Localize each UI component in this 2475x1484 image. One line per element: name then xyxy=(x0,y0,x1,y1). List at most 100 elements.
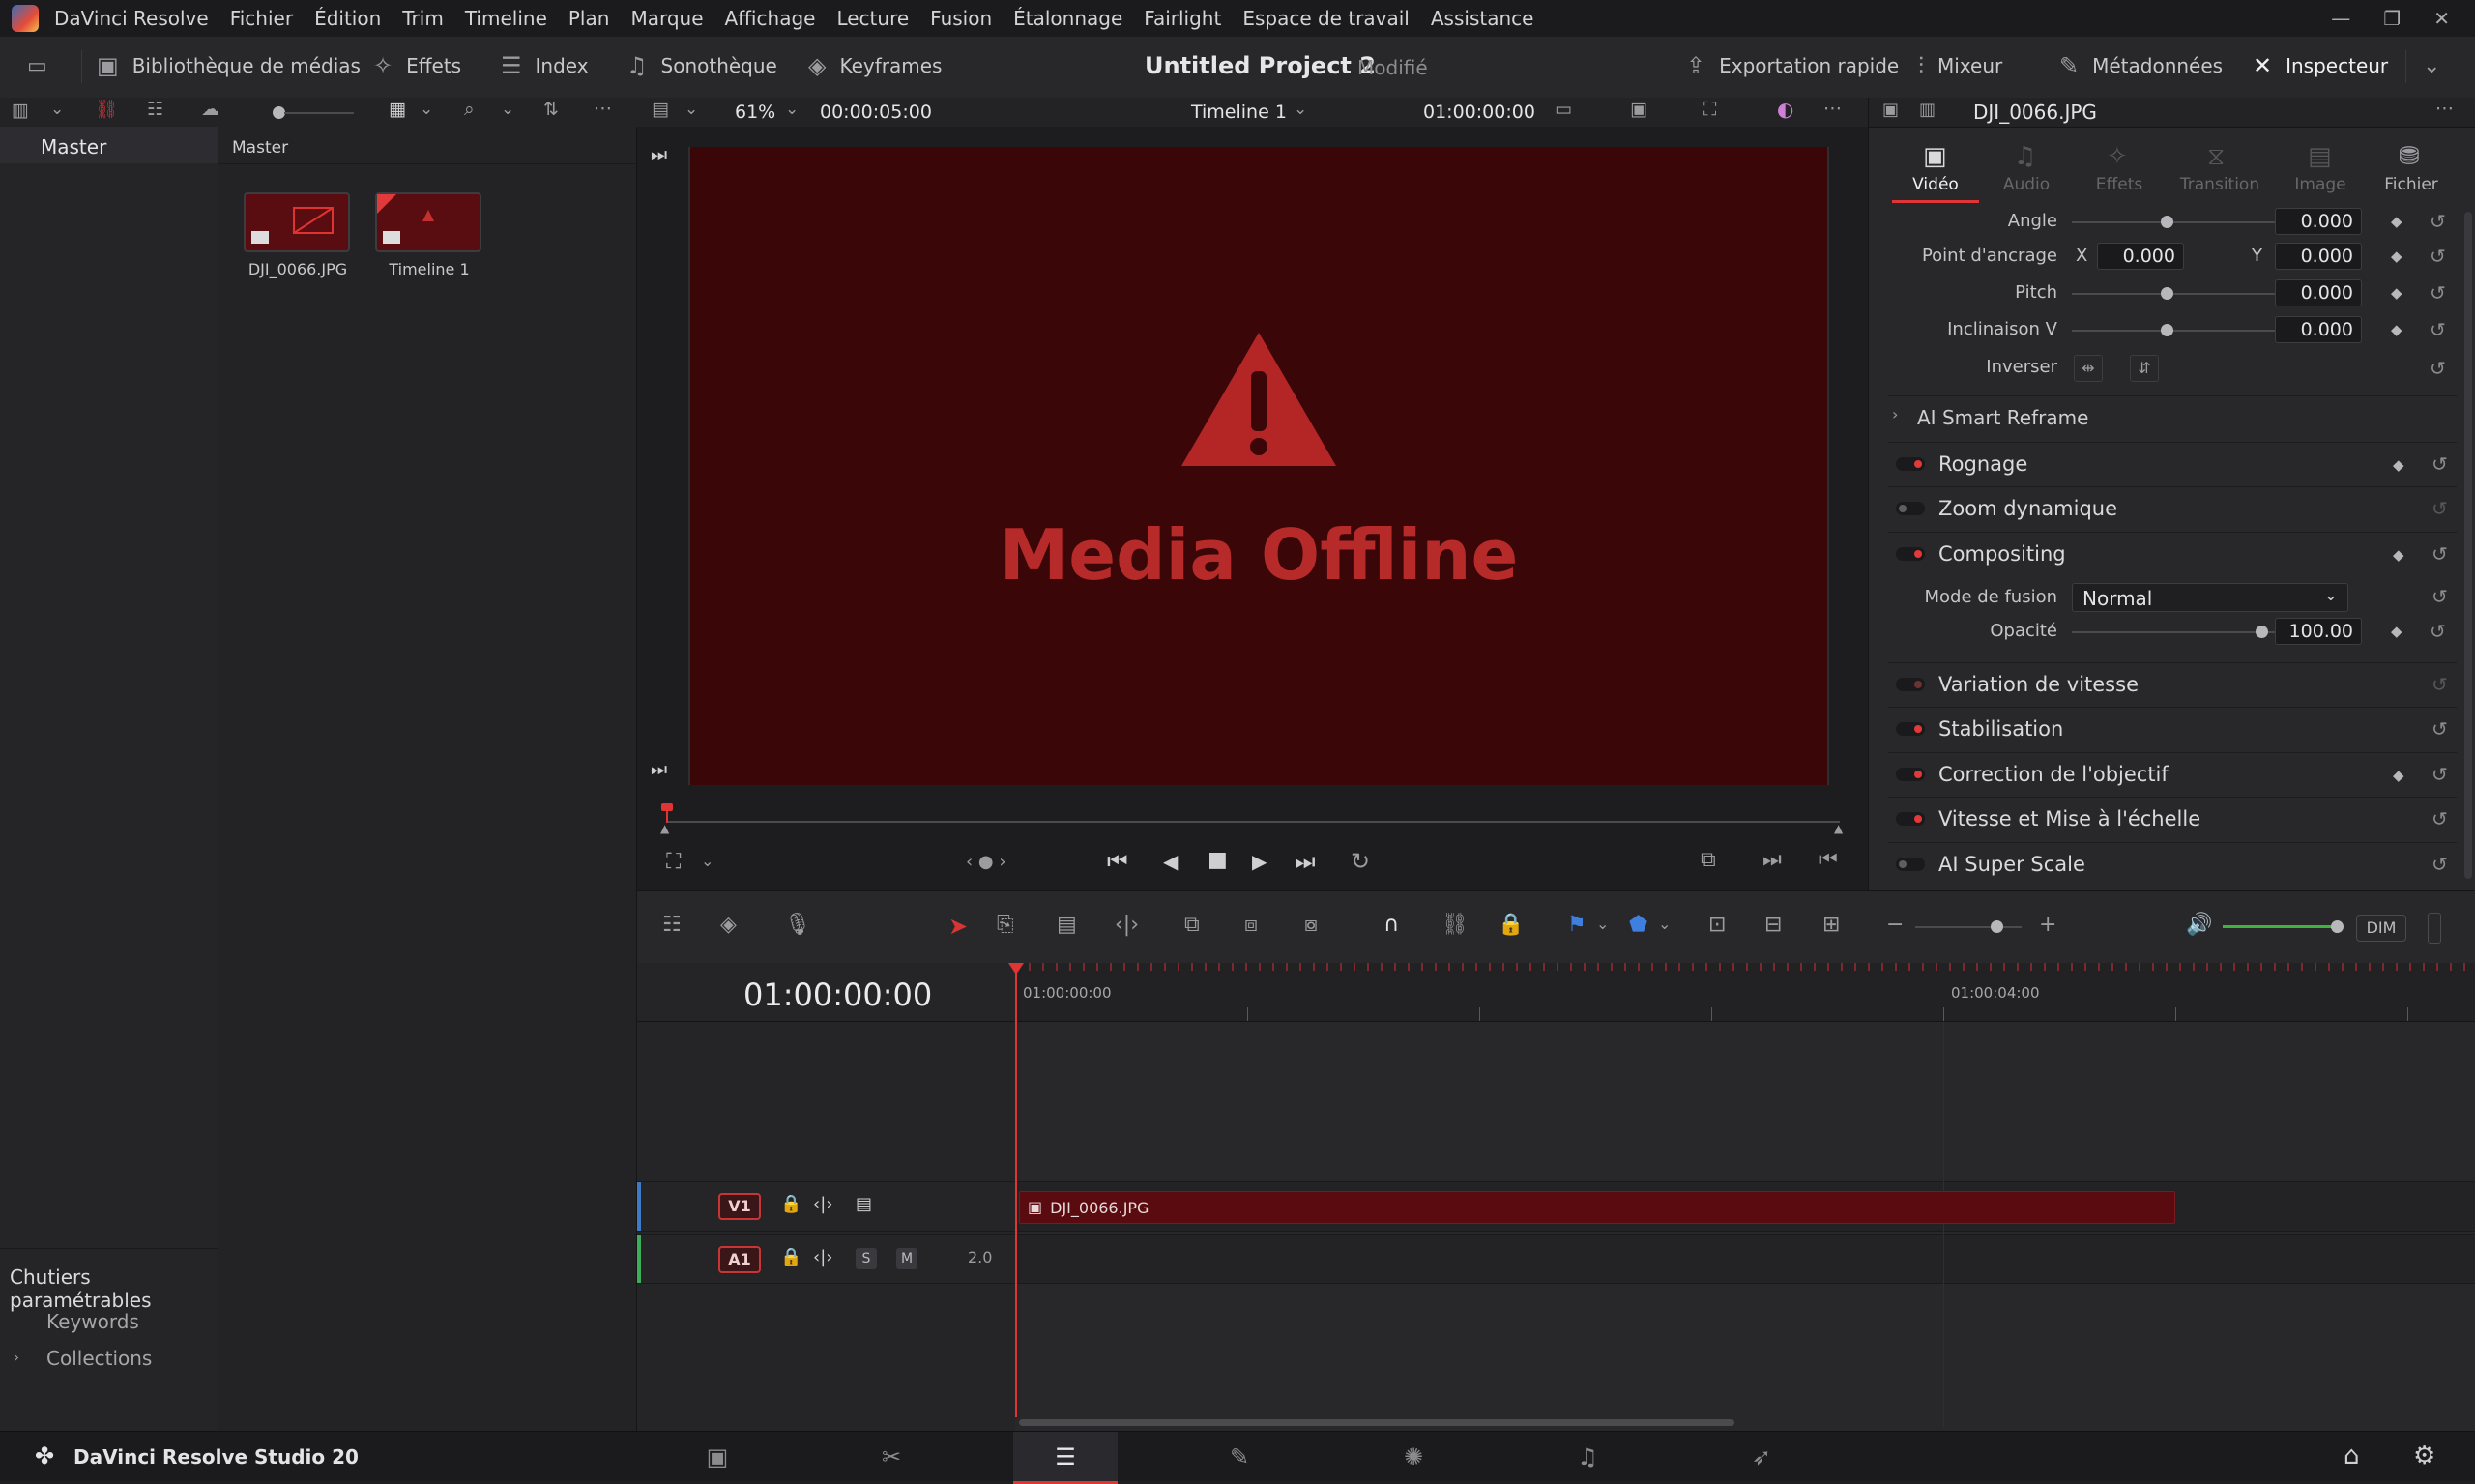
enable-toggle[interactable] xyxy=(1896,502,1925,515)
chevron-down-icon[interactable]: ⌄ xyxy=(501,102,514,118)
jog-shuttle-icon[interactable]: ‹ ● › xyxy=(966,854,1006,871)
menu-mark[interactable]: Marque xyxy=(630,7,703,30)
reset-icon[interactable]: ↺ xyxy=(2431,717,2448,741)
timeline-options-icon[interactable]: ☷ xyxy=(662,915,682,936)
restore-icon[interactable]: ❐ xyxy=(2383,7,2401,30)
bin-list-toggle-icon[interactable]: ▥ xyxy=(12,102,29,120)
effects-button[interactable]: ✧ Effets xyxy=(373,54,461,77)
replace-clip-icon[interactable]: ⧇ xyxy=(1304,915,1318,936)
timeline-clip-dji0066[interactable]: ▣ DJI_0066.JPG xyxy=(1019,1191,2175,1224)
volume-icon[interactable]: 🔊 xyxy=(2186,915,2212,936)
crop-transform-icon[interactable]: ⛶ xyxy=(666,852,681,873)
reset-icon[interactable]: ↺ xyxy=(2430,318,2446,341)
menu-workspace[interactable]: Espace de travail xyxy=(1242,7,1410,30)
index-button[interactable]: ☰ Index xyxy=(501,54,589,77)
link-clips-icon[interactable]: ⛓ xyxy=(95,101,118,119)
enable-toggle[interactable] xyxy=(1896,678,1925,691)
zoom-in-icon[interactable]: + xyxy=(2039,915,2056,936)
more-options-icon[interactable]: ⋯ xyxy=(2435,100,2454,118)
page-color-button[interactable]: ✺ xyxy=(1361,1432,1466,1481)
aspect-icon[interactable]: ▭ xyxy=(1555,101,1572,119)
lock-icon[interactable]: 🔒 xyxy=(780,1249,801,1266)
section-ai-super-scale[interactable]: AI Super Scale ↺ xyxy=(1888,842,2457,886)
more-options-icon[interactable]: ⋯ xyxy=(1823,100,1842,118)
cloud-icon[interactable]: ☁ xyxy=(201,101,219,119)
angle-value[interactable]: 0.000 xyxy=(2275,208,2362,235)
page-edit-button[interactable]: ☰ xyxy=(1013,1432,1118,1484)
disable-track-icon[interactable]: ▤ xyxy=(856,1196,872,1213)
keyframe-icon[interactable]: ◆ xyxy=(2393,767,2404,784)
keyframe-icon[interactable]: ◆ xyxy=(2393,456,2404,474)
chevron-down-icon[interactable]: ⌄ xyxy=(701,854,713,869)
color-wheel-icon[interactable]: ◐ xyxy=(1777,100,1793,119)
media-library-button[interactable]: ▣ Bibliothèque de médias xyxy=(97,54,361,77)
minimize-icon[interactable]: — xyxy=(2331,7,2350,30)
menu-color[interactable]: Étalonnage xyxy=(1013,7,1122,30)
expand-panel-icon[interactable]: ⌄ xyxy=(2423,56,2440,77)
tab-transition[interactable]: ⧖ Transition xyxy=(2167,138,2273,200)
sync-icon[interactable]: ◈ xyxy=(720,915,737,936)
menu-trim[interactable]: Trim xyxy=(402,7,444,30)
hdr-icon[interactable]: ▣ xyxy=(1630,101,1647,119)
menu-davinci-resolve[interactable]: DaVinci Resolve xyxy=(54,7,209,30)
keyframe-icon[interactable]: ◆ xyxy=(2391,247,2402,265)
reset-icon[interactable]: ↺ xyxy=(2431,542,2448,566)
section-retime-scaling[interactable]: Vitesse et Mise à l'échelle ↺ xyxy=(1888,797,2457,840)
auto-select-icon[interactable]: ‹|› xyxy=(813,1249,832,1266)
section-dynamic-zoom[interactable]: Zoom dynamique ↺ xyxy=(1888,486,2457,530)
reset-icon[interactable]: ↺ xyxy=(2430,620,2446,643)
viewer-frame[interactable]: Media Offline xyxy=(688,147,1829,785)
page-cut-button[interactable]: ✂ xyxy=(839,1432,944,1481)
reset-icon[interactable]: ↺ xyxy=(2431,673,2448,696)
menu-timeline[interactable]: Timeline xyxy=(465,7,547,30)
page-fairlight-button[interactable]: ♫ xyxy=(1535,1432,1640,1481)
reset-icon[interactable]: ↺ xyxy=(2431,853,2448,876)
flip-vertical-icon[interactable]: ⇵ xyxy=(2130,355,2159,382)
reset-icon[interactable]: ↺ xyxy=(2431,497,2448,520)
zoom-custom-icon[interactable]: ⊞ xyxy=(1822,915,1840,936)
page-media-button[interactable]: ▣ xyxy=(665,1432,770,1481)
workspace-layout-icon[interactable]: ▭ xyxy=(27,56,47,77)
play-reverse-icon[interactable]: ◀ xyxy=(1163,852,1178,871)
transform-icon[interactable]: ⛶ xyxy=(1703,101,1716,119)
search-icon[interactable]: ⌕ xyxy=(464,101,475,119)
chevron-right-icon[interactable]: › xyxy=(14,1351,19,1365)
flag-blue-icon[interactable]: ⚑ xyxy=(1567,915,1587,936)
opacity-value[interactable]: 100.00 xyxy=(2275,618,2362,645)
reset-icon[interactable]: ↺ xyxy=(2430,245,2446,268)
dim-button[interactable]: DIM xyxy=(2356,915,2406,942)
section-crop[interactable]: Rognage ◆ ↺ xyxy=(1888,442,2457,485)
home-icon[interactable]: ⌂ xyxy=(2344,1443,2360,1469)
chevron-down-icon[interactable]: ⌄ xyxy=(50,102,64,118)
enable-toggle[interactable] xyxy=(1896,457,1925,471)
pitch-value[interactable]: 0.000 xyxy=(2275,279,2362,306)
opacity-slider[interactable] xyxy=(2256,626,2268,638)
tab-audio[interactable]: ♫ Audio xyxy=(1983,138,2070,200)
tab-file[interactable]: ⛃ Fichier xyxy=(2368,138,2455,200)
mixer-button[interactable]: ⫶ Mixeur xyxy=(1918,54,2002,77)
quick-export-button[interactable]: ⇪ Exportation rapide xyxy=(1686,54,1899,77)
selection-pointer-icon[interactable]: ➤ xyxy=(948,915,968,938)
page-deliver-button[interactable]: ➶ xyxy=(1709,1432,1814,1481)
mute-button[interactable]: M xyxy=(896,1248,917,1269)
sort-icon[interactable]: ⇅ xyxy=(543,101,559,119)
menu-fusion[interactable]: Fusion xyxy=(930,7,992,30)
menu-fairlight[interactable]: Fairlight xyxy=(1144,7,1221,30)
prev-clip-icon[interactable]: ⏮ xyxy=(1819,850,1838,871)
close-icon[interactable]: ✕ xyxy=(2433,7,2450,30)
blend-mode-dropdown[interactable]: Normal ⌄ xyxy=(2072,583,2348,612)
go-to-start-icon[interactable]: ⏮ xyxy=(1107,850,1128,873)
tab-image[interactable]: ▤ Image xyxy=(2277,138,2364,200)
lock-icon[interactable]: 🔒 xyxy=(780,1196,801,1213)
solo-button[interactable]: S xyxy=(856,1248,877,1269)
reset-icon[interactable]: ↺ xyxy=(2431,807,2448,830)
keyframe-icon[interactable]: ◆ xyxy=(2391,213,2402,230)
timeline-scrollbar[interactable] xyxy=(1019,1419,1734,1426)
angle-slider[interactable] xyxy=(2161,216,2173,228)
menu-help[interactable]: Assistance xyxy=(1431,7,1534,30)
enable-toggle[interactable] xyxy=(1896,547,1925,561)
menu-playback[interactable]: Lecture xyxy=(836,7,909,30)
keyframe-icon[interactable]: ◆ xyxy=(2391,284,2402,302)
blade-icon[interactable]: ▤ xyxy=(1057,915,1077,936)
section-stabilization[interactable]: Stabilisation ↺ xyxy=(1888,707,2457,750)
